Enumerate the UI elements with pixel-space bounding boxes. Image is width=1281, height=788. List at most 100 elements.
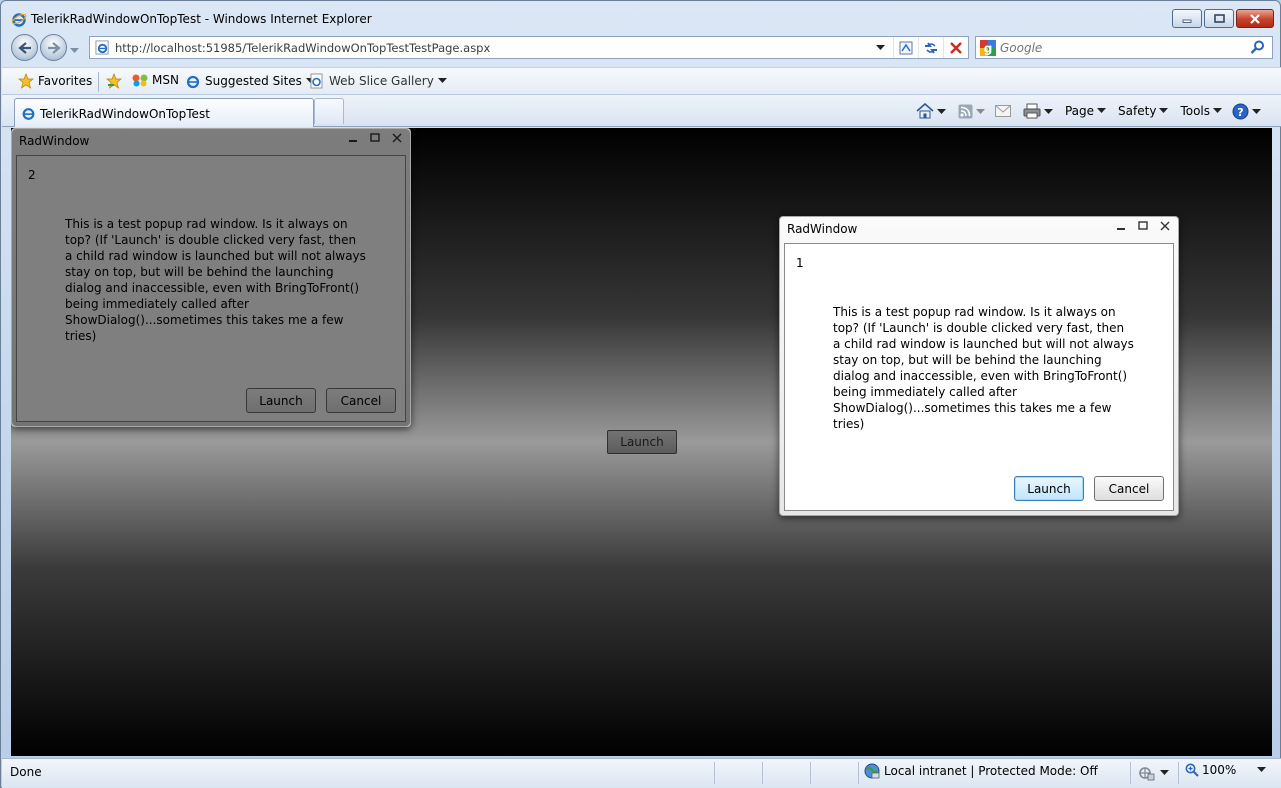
radwindow-background: RadWindow 2 This is a test popup rad win… — [11, 128, 411, 427]
google-icon: g — [980, 40, 996, 59]
history-dropdown-icon[interactable] — [70, 43, 79, 57]
home-dropdown-icon[interactable] — [936, 104, 946, 118]
chevron-down-icon — [1097, 108, 1107, 113]
minimize-icon[interactable] — [1116, 221, 1126, 231]
forward-arrow-icon — [47, 41, 61, 54]
page-menu-label: Page — [1064, 104, 1095, 118]
tools-menu[interactable]: Tools — [1180, 104, 1222, 118]
refresh-icon[interactable] — [918, 37, 943, 58]
help-dropdown-icon[interactable] — [1252, 104, 1261, 118]
restore-icon — [1214, 13, 1225, 23]
zoom-icon — [1185, 763, 1199, 777]
chevron-down-icon — [1159, 108, 1169, 113]
radwindow-body: 1 This is a test popup rad window. Is it… — [784, 243, 1174, 511]
msn-link[interactable]: MSN — [132, 73, 179, 87]
search-icon[interactable] — [1250, 40, 1266, 57]
help-icon[interactable]: ? — [1232, 103, 1249, 120]
page-content: Launch RadWindow 2 This is a test popup … — [11, 128, 1272, 756]
intranet-globe-icon — [864, 763, 880, 779]
popup-blocker-button[interactable] — [1138, 765, 1169, 781]
tab-title: TelerikRadWindowOnTopTest — [40, 107, 210, 121]
svg-text:?: ? — [1237, 106, 1243, 119]
read-mail-icon[interactable] — [994, 105, 1011, 117]
favorites-bar: Favorites MSN Suggested Sites Web Slice … — [2, 67, 1281, 95]
ie-logo-icon — [186, 75, 200, 89]
chevron-down-icon — [437, 78, 447, 83]
feeds-dropdown-icon[interactable] — [975, 104, 985, 118]
page-launch-button[interactable]: Launch — [607, 430, 677, 454]
maximize-icon[interactable] — [370, 133, 380, 143]
close-window-button[interactable] — [1236, 9, 1274, 28]
close-icon — [1250, 13, 1260, 24]
favorites-star-icon — [18, 73, 34, 89]
maximize-button[interactable] — [1204, 9, 1234, 28]
window-title: TelerikRadWindowOnTopTest - Windows Inte… — [31, 12, 372, 26]
radwindow-controls — [1116, 221, 1170, 231]
suggested-sites-label: Suggested Sites — [205, 74, 302, 88]
page-menu[interactable]: Page — [1064, 104, 1107, 118]
home-icon[interactable] — [916, 103, 934, 119]
radwindow-launch-button[interactable]: Launch — [246, 388, 316, 413]
address-bar[interactable]: http://localhost:51985/TelerikRadWindowO… — [89, 36, 969, 59]
search-box: g — [975, 36, 1273, 59]
feeds-icon[interactable] — [958, 104, 973, 119]
security-zone[interactable]: Local intranet | Protected Mode: Off — [864, 763, 1098, 779]
safety-menu[interactable]: Safety — [1118, 104, 1169, 118]
address-dropdown-icon[interactable] — [868, 37, 893, 58]
close-icon[interactable] — [1160, 221, 1170, 231]
address-tools — [868, 37, 968, 58]
ie-logo-icon — [11, 11, 27, 27]
status-separator — [858, 762, 859, 784]
add-ons-icon — [1139, 767, 1155, 781]
web-slice-gallery-label: Web Slice Gallery — [329, 74, 434, 88]
status-separator — [762, 762, 763, 784]
radwindow-body: 2 This is a test popup rad window. Is it… — [16, 155, 406, 422]
ie-window: TelerikRadWindowOnTopTest - Windows Inte… — [0, 0, 1281, 788]
status-separator — [1178, 762, 1179, 784]
radwindow-cancel-button[interactable]: Cancel — [1094, 476, 1164, 501]
radwindow-controls — [348, 133, 402, 143]
print-icon[interactable] — [1023, 103, 1041, 119]
compatibility-view-icon[interactable] — [893, 37, 918, 58]
print-dropdown-icon[interactable] — [1043, 104, 1053, 118]
window-controls — [1172, 9, 1274, 28]
radwindow-number: 1 — [796, 256, 804, 270]
url-text[interactable]: http://localhost:51985/TelerikRadWindowO… — [115, 41, 490, 55]
status-separator — [810, 762, 811, 784]
radwindow-message: This is a test popup rad window. Is it a… — [65, 217, 366, 343]
new-tab-button[interactable] — [314, 98, 344, 124]
stop-icon[interactable] — [943, 37, 968, 58]
tab-row: TelerikRadWindowOnTopTest Page Safety To… — [2, 95, 1281, 127]
favorites-separator — [98, 72, 99, 92]
tools-menu-label: Tools — [1180, 104, 1210, 118]
chevron-down-icon — [1213, 108, 1222, 113]
minimize-icon[interactable] — [348, 133, 358, 143]
tab-ie-icon — [21, 106, 36, 124]
radwindow-foreground: RadWindow 1 This is a test popup rad win… — [779, 216, 1179, 516]
forward-button[interactable] — [40, 34, 67, 61]
radwindow-message: This is a test popup rad window. Is it a… — [833, 305, 1134, 431]
msn-label: MSN — [152, 73, 179, 87]
status-bar: Done Local intranet | Protected Mode: Of… — [2, 758, 1281, 788]
status-text: Done — [10, 765, 42, 779]
radwindow-title: RadWindow — [19, 134, 90, 148]
radwindow-launch-button[interactable]: Launch — [1014, 476, 1084, 501]
title-bar[interactable]: TelerikRadWindowOnTopTest - Windows Inte… — [1, 1, 1280, 35]
add-favorite-icon — [106, 73, 122, 89]
maximize-icon[interactable] — [1138, 221, 1148, 231]
suggested-sites-link[interactable]: Suggested Sites — [185, 73, 315, 89]
tab-active[interactable]: TelerikRadWindowOnTopTest — [14, 98, 314, 127]
close-icon[interactable] — [392, 133, 402, 143]
minimize-button[interactable] — [1172, 9, 1202, 28]
add-to-favorites-bar-button[interactable] — [106, 73, 124, 89]
status-separator — [1130, 762, 1131, 784]
favorites-button[interactable]: Favorites — [18, 73, 92, 89]
zoom-control[interactable]: 100% — [1185, 763, 1267, 777]
search-input[interactable] — [1000, 40, 1230, 56]
favorites-label: Favorites — [38, 74, 93, 88]
security-zone-label: Local intranet | Protected Mode: Off — [884, 764, 1098, 778]
radwindow-cancel-button[interactable]: Cancel — [326, 388, 396, 413]
back-button[interactable] — [11, 34, 38, 61]
web-slice-gallery-link[interactable]: Web Slice Gallery — [309, 73, 447, 89]
radwindow-title: RadWindow — [787, 222, 858, 236]
